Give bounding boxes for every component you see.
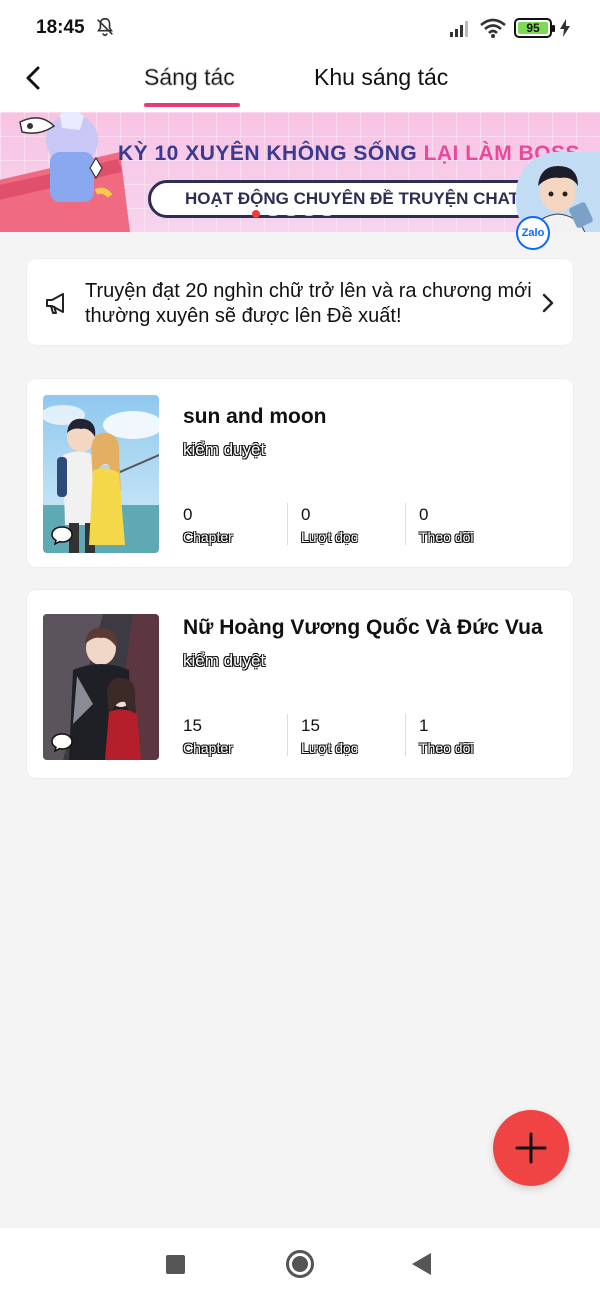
battery-icon: 95	[514, 18, 555, 38]
top-header: Sáng tác Khu sáng tác	[0, 56, 600, 112]
promo-banner[interactable]: KỲ 10 XUYÊN KHÔNG SỐNG LẠI LÀM BOSS HOẠT…	[0, 112, 600, 232]
story-status: kiểm duyệt	[183, 651, 266, 670]
story-status: kiểm duyệt	[183, 440, 266, 459]
stat-divider	[405, 714, 406, 756]
banner-illustration	[0, 112, 130, 232]
pagination-dot	[286, 210, 296, 216]
pagination-dot	[304, 210, 314, 216]
stat-label: Theo dõi	[419, 740, 474, 756]
battery-level: 95	[526, 21, 540, 35]
stat-divider	[405, 503, 406, 545]
system-nav-bar	[0, 1228, 600, 1300]
stat-value: 15	[183, 716, 202, 735]
stat-divider	[287, 714, 288, 756]
charging-icon	[560, 19, 570, 37]
back-arrow-icon[interactable]	[20, 62, 48, 94]
active-tab-indicator	[144, 103, 240, 107]
status-icons: 95	[450, 16, 570, 40]
add-story-button[interactable]	[493, 1110, 569, 1186]
stat-follows: 1 Theo dõi	[419, 712, 529, 758]
megaphone-icon	[46, 293, 64, 314]
chat-icon	[51, 733, 73, 752]
stat-value: 0	[183, 505, 193, 524]
stat-value: 0	[419, 505, 429, 524]
home-icon[interactable]	[286, 1250, 314, 1278]
pagination-dot	[322, 210, 332, 216]
stat-label: Lượt đọc	[301, 529, 358, 545]
recent-apps-icon[interactable]	[166, 1255, 185, 1274]
banner-pagination	[252, 210, 332, 218]
plus-icon	[515, 1132, 547, 1164]
stat-label: Lượt đọc	[301, 740, 358, 756]
story-title[interactable]: sun and moon	[183, 405, 327, 429]
tab-sang-tac[interactable]: Sáng tác	[144, 64, 235, 91]
wifi-icon	[480, 18, 506, 38]
story-title[interactable]: Nữ Hoàng Vương Quốc Và Đức Vua	[183, 616, 543, 640]
stat-value: 0	[301, 505, 311, 524]
pagination-dot	[268, 210, 278, 216]
stat-chapters: 0 Chapter	[183, 501, 293, 547]
stat-reads: 0 Lượt đọc	[301, 501, 411, 547]
story-stats: 0 Chapter 0 Lượt đọc 0 Theo dõi	[183, 501, 543, 547]
stat-divider	[287, 503, 288, 545]
story-cover[interactable]	[43, 614, 159, 760]
banner-subtitle: HOẠT ĐỘNG CHUYÊN ĐỀ TRUYỆN CHAT	[148, 180, 568, 218]
stat-reads: 15 Lượt đọc	[301, 712, 411, 758]
nav-back-icon[interactable]	[412, 1253, 431, 1275]
notice-text: Truyện đạt 20 nghìn chữ trở lên và ra ch…	[85, 280, 532, 327]
stat-value: 15	[301, 716, 320, 735]
stat-follows: 0 Theo dõi	[419, 501, 529, 547]
bell-muted-icon	[97, 17, 113, 37]
story-card[interactable]: Nữ Hoàng Vương Quốc Và Đức Vua kiểm duyệ…	[26, 589, 574, 779]
zalo-badge[interactable]: Zalo	[516, 216, 550, 250]
tab-khu-sang-tac[interactable]: Khu sáng tác	[314, 64, 448, 91]
story-cover[interactable]	[43, 395, 159, 553]
status-time: 18:45	[36, 17, 85, 38]
story-stats: 15 Chapter 15 Lượt đọc 1 Theo dõi	[183, 712, 543, 758]
notice-card[interactable]: Truyện đạt 20 nghìn chữ trở lên và ra ch…	[26, 258, 574, 346]
stat-label: Chapter	[183, 529, 233, 545]
stat-label: Theo dõi	[419, 529, 474, 545]
story-card[interactable]: sun and moon kiểm duyệt 0 Chapter 0 Lượt…	[26, 378, 574, 568]
stat-value: 1	[419, 716, 429, 735]
banner-title: KỲ 10 XUYÊN KHÔNG SỐNG LẠI LÀM BOSS	[118, 142, 581, 165]
chat-icon	[51, 526, 73, 545]
stat-chapters: 15 Chapter	[183, 712, 293, 758]
chevron-right-icon	[542, 293, 554, 313]
pagination-dot	[252, 210, 260, 218]
signal-icon	[450, 21, 468, 37]
stat-label: Chapter	[183, 740, 233, 756]
status-bar: 18:45 95	[0, 0, 600, 56]
